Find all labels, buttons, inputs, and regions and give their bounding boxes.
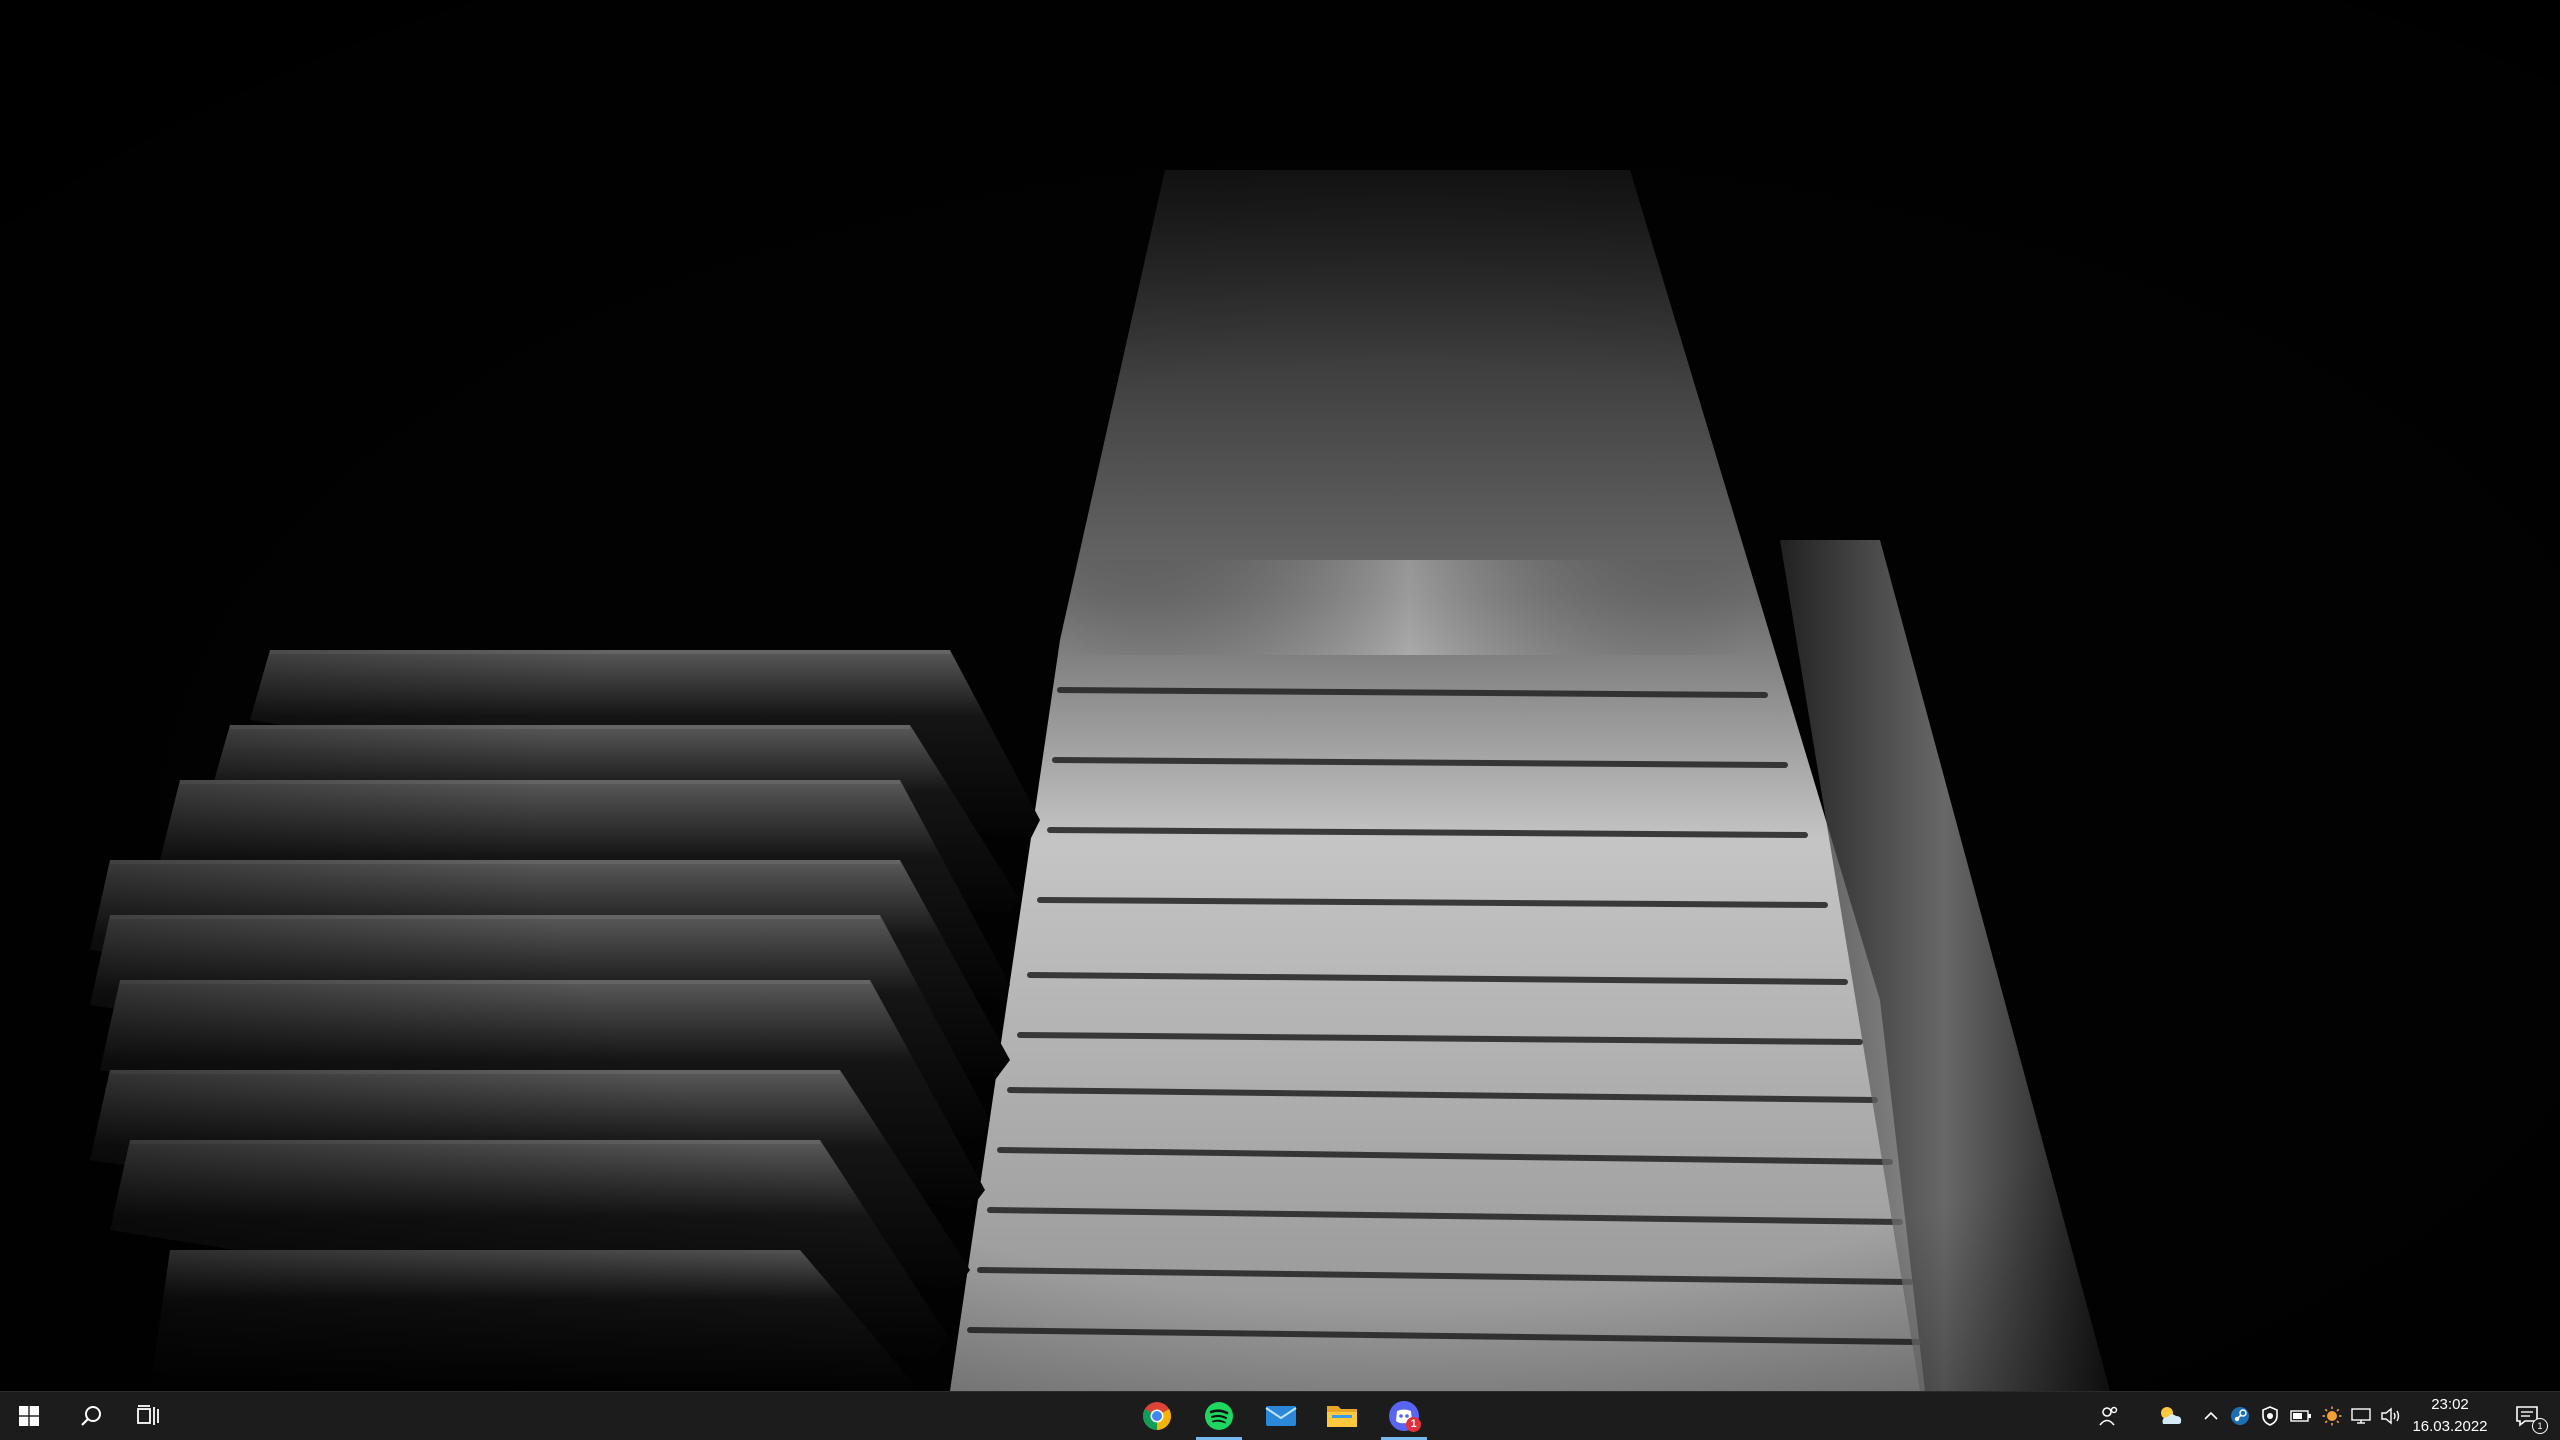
people-button[interactable]: [2094, 1392, 2124, 1440]
file-explorer-button[interactable]: [1313, 1392, 1371, 1440]
task-view-icon: [137, 1405, 159, 1425]
start-button[interactable]: [0, 1392, 58, 1440]
battery-icon: [2290, 1410, 2311, 1422]
chrome-button[interactable]: [1128, 1392, 1186, 1440]
discord-button[interactable]: 1: [1375, 1392, 1433, 1440]
clock[interactable]: 23:02 16.03.2022: [2402, 1392, 2498, 1440]
desktop[interactable]: [0, 0, 2560, 1391]
volume-icon: [2381, 1407, 2400, 1425]
action-center-button[interactable]: 1: [2502, 1392, 2552, 1440]
steam-icon: [2231, 1407, 2249, 1425]
people-icon: [2099, 1406, 2118, 1426]
search-button[interactable]: [62, 1392, 120, 1440]
chrome-icon: [1143, 1402, 1171, 1430]
volume-tray-button[interactable]: [2378, 1392, 2404, 1440]
discord-notification-badge: 1: [1406, 1417, 1421, 1432]
show-hidden-icons-button[interactable]: [2198, 1392, 2224, 1440]
steam-tray-button[interactable]: [2226, 1392, 2254, 1440]
chevron-up-icon: [2204, 1411, 2218, 1420]
clock-time: 23:02: [2431, 1396, 2469, 1413]
spotify-button[interactable]: [1190, 1392, 1248, 1440]
shield-icon: [2262, 1406, 2278, 1426]
sun-icon: [2322, 1406, 2342, 1426]
network-icon: [2351, 1408, 2371, 1424]
clock-date: 16.03.2022: [2412, 1418, 2488, 1435]
brightness-tray-button[interactable]: [2318, 1392, 2346, 1440]
spotify-icon: [1205, 1402, 1233, 1430]
mail-button[interactable]: [1252, 1392, 1310, 1440]
security-tray-button[interactable]: [2256, 1392, 2284, 1440]
mail-icon: [1265, 1406, 1297, 1426]
folder-icon: [1327, 1406, 1357, 1427]
piano-keys-wallpaper: [0, 0, 2560, 1391]
notification-count-badge: 1: [2532, 1418, 2548, 1434]
network-tray-button[interactable]: [2348, 1392, 2376, 1440]
battery-tray-button[interactable]: [2286, 1392, 2316, 1440]
taskbar: 1 23:02 16.03.2022 1: [0, 1391, 2560, 1440]
weather-button[interactable]: [2150, 1392, 2190, 1440]
search-icon: [81, 1406, 101, 1426]
windows-logo-icon: [19, 1406, 39, 1426]
task-view-button[interactable]: [120, 1392, 178, 1440]
weather-icon: [2161, 1407, 2182, 1424]
